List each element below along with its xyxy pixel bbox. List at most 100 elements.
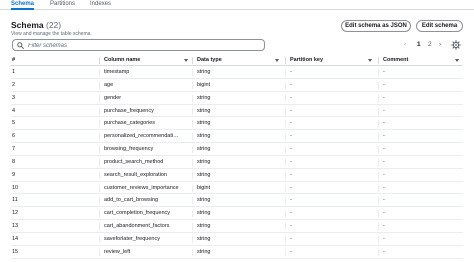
- filter-input[interactable]: [28, 41, 258, 50]
- column-divider: [378, 120, 379, 128]
- partition-key-cell: -: [290, 69, 292, 75]
- table-row[interactable]: 9 search_result_exploration string - -: [11, 169, 463, 182]
- column-name-cell: product_search_method: [104, 158, 164, 165]
- row-number-cell: 11: [12, 197, 18, 204]
- page-title: Schema (22): [11, 19, 61, 31]
- comment-cell: -: [383, 81, 385, 88]
- column-header-comment[interactable]: Comment: [383, 55, 408, 66]
- data-type-cell: string: [197, 259, 277, 262]
- column-divider: [192, 69, 193, 76]
- data-type-cell: string: [197, 94, 211, 101]
- column-divider: [99, 184, 100, 192]
- column-divider: [192, 94, 193, 102]
- comment-cell: -: [383, 235, 385, 242]
- column-divider: [378, 235, 379, 243]
- next-page-button[interactable]: ›: [439, 40, 441, 50]
- tab-indexes[interactable]: Indexes: [90, 0, 111, 10]
- column-divider: [192, 158, 193, 166]
- column-divider: [192, 197, 193, 205]
- row-number-cell: 5: [12, 120, 16, 127]
- gear-icon[interactable]: [451, 40, 461, 50]
- row-number-cell: 1: [12, 69, 16, 75]
- comment-cell: -: [383, 158, 385, 165]
- tab-schema[interactable]: Schema: [11, 0, 35, 10]
- table-body: 1 timestamp string - - 2 age bigint - - 3 gender str…: [11, 66, 463, 262]
- column-divider: [285, 107, 286, 115]
- row-number-cell: 13: [12, 223, 19, 230]
- sort-caret-down-icon[interactable]: [184, 59, 188, 62]
- sort-caret-down-icon[interactable]: [368, 59, 372, 62]
- partition-key-cell: -: [290, 81, 292, 88]
- table-row[interactable]: 3 gender string - -: [11, 92, 463, 105]
- page-2-button[interactable]: 2: [428, 40, 432, 50]
- table-row[interactable]: 10 customer_reviews_importance bigint - -: [11, 182, 463, 195]
- partition-key-cell: -: [290, 94, 292, 101]
- data-type-cell: string: [197, 223, 211, 230]
- table-row[interactable]: 6 personalized_recommendation_frequency st…: [11, 130, 463, 144]
- table-row[interactable]: 2 age bigint - -: [11, 79, 463, 92]
- table-row[interactable]: 15 review_left string - -: [11, 246, 463, 259]
- data-type-cell: string: [197, 120, 211, 127]
- schema-count: (22): [45, 20, 62, 30]
- table-row[interactable]: 4 purchase_frequency string - -: [11, 105, 463, 118]
- column-name-cell: browsing_frequency: [104, 146, 154, 153]
- table-row[interactable]: 14 saveforlater_frequency string - -: [11, 233, 463, 246]
- row-number-cell: 9: [12, 171, 16, 178]
- column-name-cell: review_reliability: [104, 259, 180, 262]
- table-row[interactable]: 16 review_reliability string - -: [11, 259, 463, 262]
- data-type-cell: string: [197, 210, 211, 217]
- column-divider: [285, 57, 286, 64]
- column-name-cell: cart_abandonment_factors: [104, 223, 170, 230]
- row-number-cell: 8: [12, 158, 16, 165]
- column-divider: [378, 146, 379, 154]
- table-row[interactable]: 5 purchase_categories string - -: [11, 117, 463, 131]
- column-divider: [285, 158, 286, 166]
- table-row[interactable]: 13 cart_abandonment_factors string - -: [11, 220, 463, 233]
- comment-cell: -: [383, 146, 385, 153]
- table-row[interactable]: 11 add_to_cart_browsing string - -: [11, 194, 463, 208]
- column-divider: [99, 248, 100, 256]
- data-type-cell: bigint: [197, 81, 211, 88]
- sort-caret-down-icon[interactable]: [455, 59, 459, 62]
- column-name-cell: search_result_exploration: [104, 171, 167, 178]
- column-divider: [285, 248, 286, 256]
- column-divider: [285, 146, 286, 154]
- table-row[interactable]: 12 cart_completion_frequency string - -: [11, 207, 463, 221]
- column-divider: [285, 120, 286, 128]
- sort-caret-down-icon[interactable]: [275, 59, 279, 62]
- data-type-cell: string: [197, 158, 211, 165]
- tab-partitions[interactable]: Partitions: [50, 0, 75, 10]
- column-name-cell: timestamp: [104, 69, 130, 75]
- previous-page-button[interactable]: ‹: [404, 40, 406, 50]
- data-type-cell: string: [197, 197, 211, 204]
- partition-key-cell: -: [290, 158, 292, 165]
- column-divider: [99, 94, 100, 102]
- column-name-cell: add_to_cart_browsing: [104, 197, 159, 204]
- table-row[interactable]: 8 product_search_method string - -: [11, 156, 463, 169]
- partition-key-cell: -: [290, 210, 292, 217]
- column-divider: [99, 158, 100, 166]
- row-number-cell: 3: [12, 94, 16, 101]
- edit-schema-button[interactable]: Edit schema: [416, 20, 463, 32]
- column-divider: [99, 69, 100, 76]
- comment-cell: -: [383, 259, 463, 262]
- table-row[interactable]: 7 browsing_frequency string - -: [11, 143, 463, 156]
- comment-cell: -: [383, 248, 385, 255]
- column-divider: [99, 57, 100, 64]
- comment-cell: -: [383, 184, 385, 191]
- data-type-cell: string: [197, 133, 211, 140]
- column-header-data-type[interactable]: Data type: [197, 55, 222, 66]
- column-header-partition-key[interactable]: Partition key: [290, 55, 323, 66]
- page-1-button[interactable]: 1: [417, 40, 421, 50]
- column-divider: [192, 120, 193, 128]
- table-row[interactable]: 1 timestamp string - -: [11, 66, 463, 79]
- partition-key-cell: -: [290, 259, 370, 262]
- partition-key-cell: -: [290, 120, 292, 127]
- column-name-cell: review_left: [104, 248, 131, 255]
- column-divider: [378, 81, 379, 89]
- column-divider: [378, 107, 379, 115]
- column-divider: [99, 235, 100, 243]
- column-header-name[interactable]: Column name: [104, 55, 140, 66]
- edit-schema-json-button[interactable]: Edit schema as JSON: [341, 20, 411, 32]
- data-type-cell: string: [197, 146, 211, 153]
